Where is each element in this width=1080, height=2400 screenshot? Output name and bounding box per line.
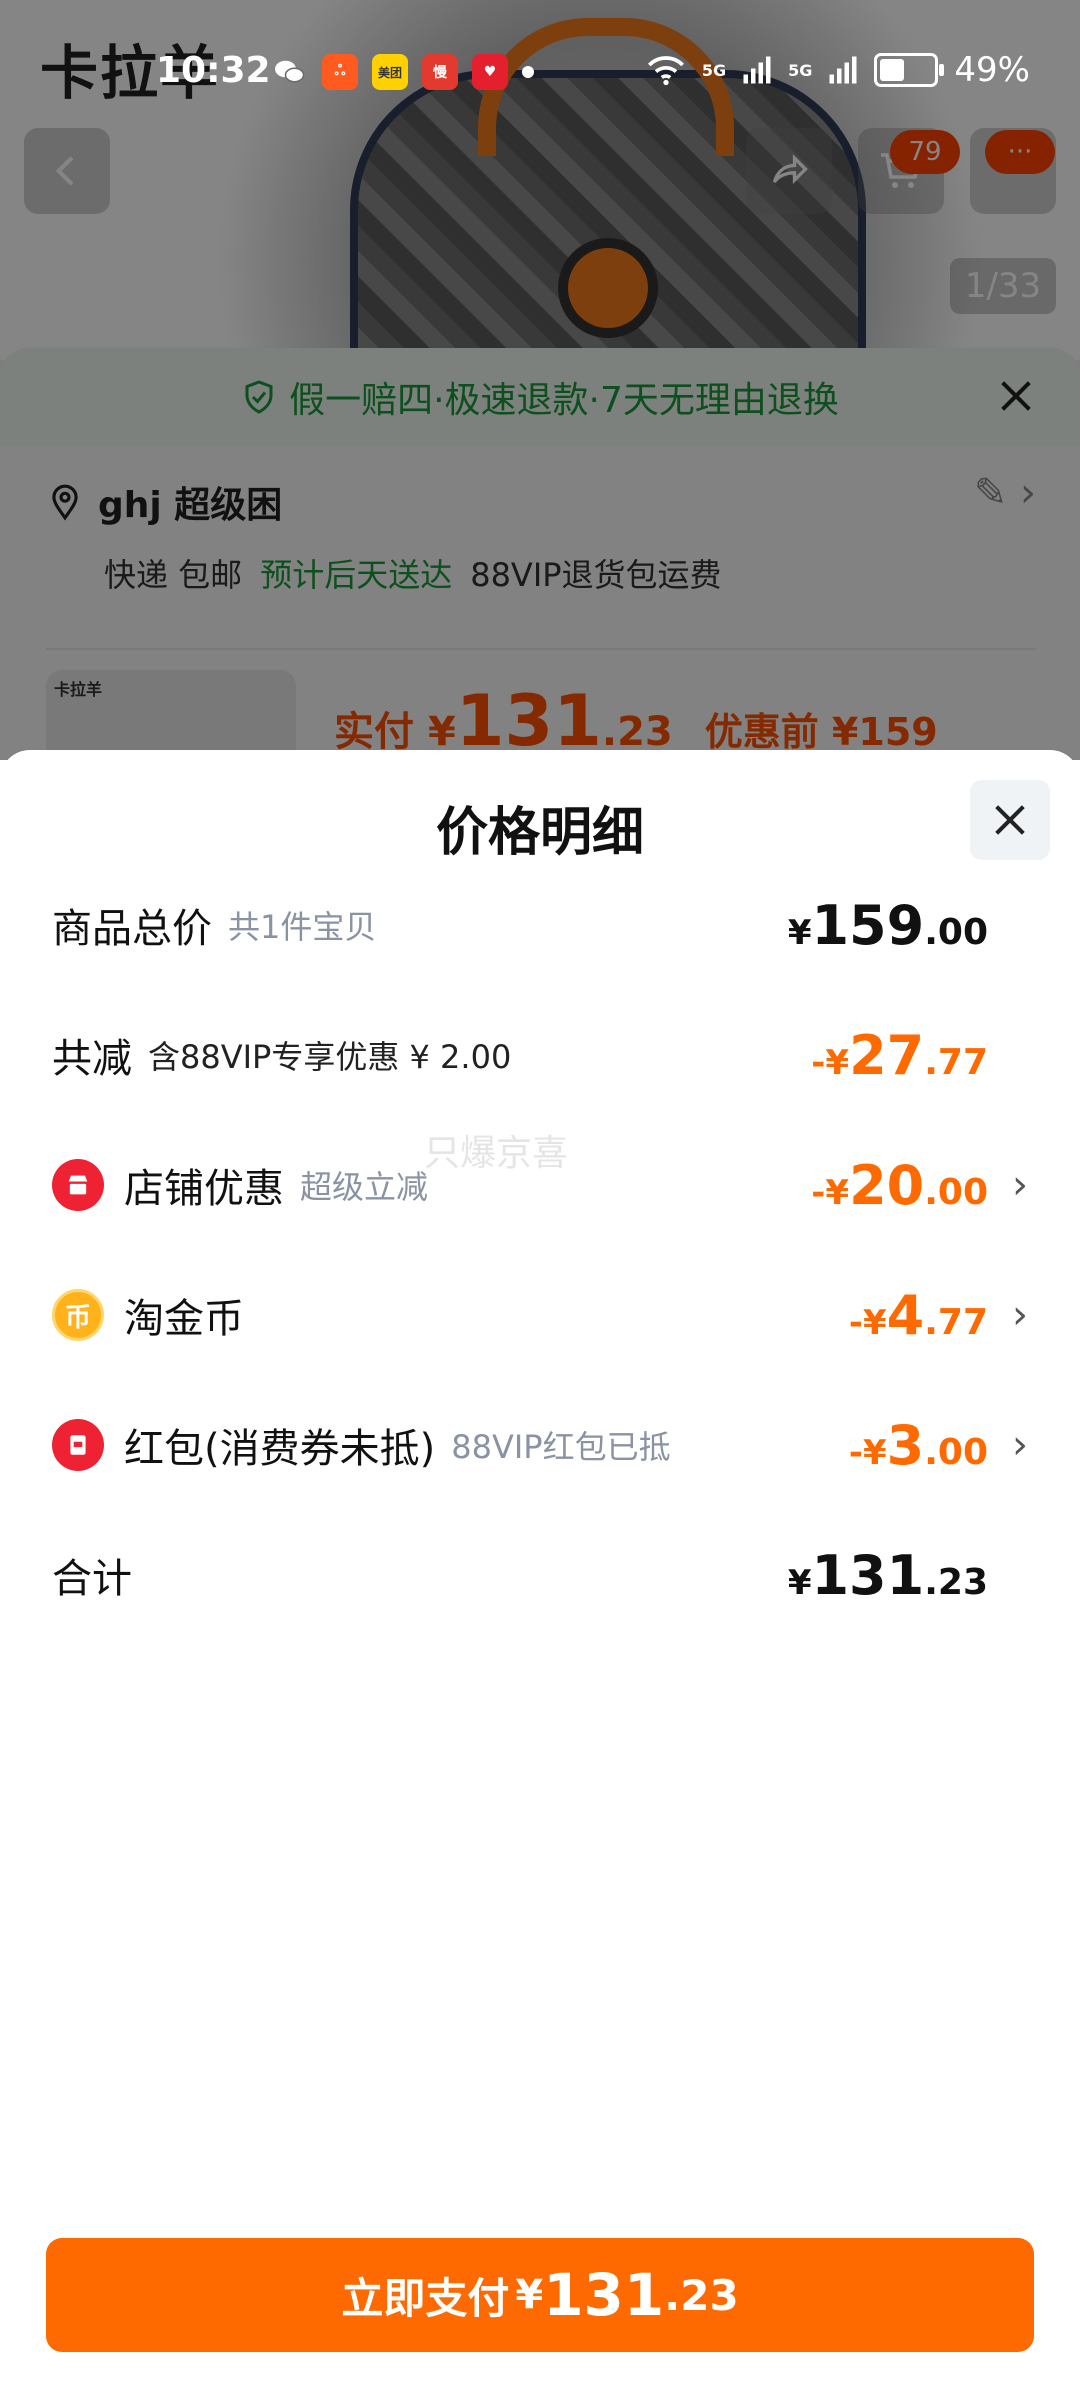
pay-button-currency: ¥ [515,2272,544,2318]
wifi-icon [647,56,684,86]
total-goods-row: 商品总价 共1件宝贝 ¥159.00 [52,885,1028,965]
pay-button-label: 立即支付 [341,2273,510,2323]
taojinbi-row[interactable]: 币 淘金币 -¥4.77 › [52,1275,1028,1355]
app-notification-icon: ஃ [322,54,358,90]
status-right: 5G 5G 49% [646,50,1030,90]
coin-icon: 币 [52,1289,104,1341]
red-packet-icon [52,1419,104,1471]
app-icon-heart: ♥ [472,54,508,90]
close-icon [995,805,1025,835]
modal-scrim[interactable] [0,0,1080,760]
row-label: 店铺优惠 [124,1166,284,1212]
row-amount: ¥131.23 [787,1543,988,1607]
row-label: 商品总价 [52,906,212,952]
red-packet-row[interactable]: 红包(消费券未抵) 88VIP红包已抵 -¥3.00 › [52,1405,1028,1485]
row-label: 红包(消费券未抵) [124,1426,436,1472]
row-label: 合计 [52,1556,132,1602]
watermark-text: 只爆京喜 [424,1133,569,1174]
status-bar: 10:32 ஃ 美团 慢 ♥ 5G 5G 49% [0,40,1080,110]
pay-button-dec: .23 [664,2270,739,2320]
row-sub: 超级立减 [300,1168,429,1206]
battery-percent: 49% [954,50,1030,90]
shop-icon [52,1159,104,1211]
row-amount: -¥20.00 [811,1153,988,1217]
chevron-right-icon: › [1012,1162,1028,1208]
total-discount-row: 共减 含88VIP专享优惠 ¥ 2.00 -¥27.77 [52,1015,1028,1095]
row-amount: -¥27.77 [811,1023,988,1087]
chevron-right-icon: › [1012,1292,1028,1338]
battery-icon [874,53,945,87]
status-time: 10:32 [156,50,271,91]
row-amount: -¥3.00 [848,1413,988,1477]
signal-icon [743,56,771,84]
sheet-title: 价格明细 [435,803,644,863]
wechat-icon [272,54,308,90]
pay-button-int: 131 [543,2261,665,2329]
signal-label-2: 5G [788,60,813,80]
price-detail-sheet: 价格明细 商品总价 共1件宝贝 ¥159.00 共减 含88VIP专享优惠 ¥ … [0,750,1080,2400]
row-sub: 共1件宝贝 [228,908,377,946]
signal-label-1: 5G [701,60,727,80]
row-sub: 含88VIP专享优惠 ¥ 2.00 [148,1038,512,1076]
chevron-right-icon: › [1012,1422,1028,1468]
grand-total-row: 合计 ¥131.23 [52,1535,1028,1615]
app-icon-red: 慢 [422,54,458,90]
row-amount: ¥159.00 [787,893,988,957]
row-sub: 88VIP红包已抵 [451,1428,671,1466]
row-label: 共减 [52,1036,132,1082]
notification-icons: ஃ 美团 慢 ♥ [272,54,534,90]
row-label: 淘金币 [124,1296,244,1342]
signal-icon-2 [829,56,857,84]
meituan-icon: 美团 [372,54,408,90]
pay-now-button[interactable]: 立即支付 ¥ 131 .23 [46,2238,1034,2352]
row-amount: -¥4.77 [848,1283,988,1347]
close-button[interactable] [970,780,1050,860]
more-notifications-dot [522,66,534,78]
